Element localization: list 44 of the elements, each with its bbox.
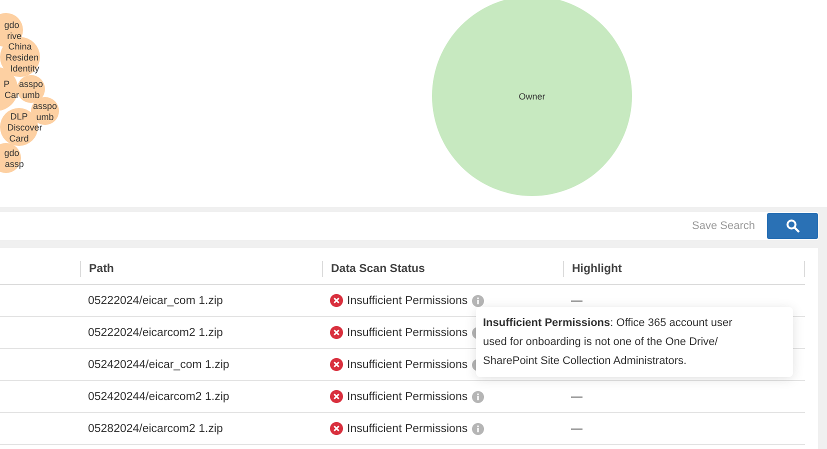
error-icon <box>330 358 343 371</box>
column-header[interactable]: Data Scan Status <box>322 260 563 276</box>
error-icon <box>330 294 343 307</box>
bubble-label: Car <box>4 90 20 100</box>
status-text: Insufficient Permissions <box>347 422 468 434</box>
info-icon[interactable] <box>472 422 484 434</box>
bubble-label: assp <box>4 159 24 169</box>
status-text: Insufficient Permissions <box>347 294 468 306</box>
bubble-label: P <box>4 79 10 89</box>
bubble-label: Discover <box>7 122 42 132</box>
status-text: Insufficient Permissions <box>347 390 468 402</box>
search-icon <box>786 219 800 233</box>
search-button[interactable] <box>767 213 818 239</box>
highlight-cell: — <box>571 390 582 402</box>
bubble-label: Owner <box>518 92 546 102</box>
bubble-label: Card <box>9 134 29 144</box>
bubble-label: rive <box>7 31 22 41</box>
path-cell: 05222024/eicarcom2 1.zip <box>88 326 223 338</box>
path-cell: 052420244/eicarcom2 1.zip <box>88 390 230 402</box>
bubble-label: China <box>8 42 32 52</box>
info-icon[interactable] <box>472 294 484 306</box>
bubble-label: Residen <box>6 52 39 62</box>
bubble-label: umb <box>36 112 54 122</box>
bubble-label: DLP <box>10 112 28 122</box>
tooltip: Insufficient Permissions: Office 365 account user used for onboarding is not one of the One Drive/ SharePoint Site Collection Administrators. <box>476 307 793 377</box>
error-icon <box>330 326 343 339</box>
path-cell: 05282024/eicarcom2 1.zip <box>88 422 223 434</box>
error-icon <box>330 390 343 403</box>
bubble-label: Identity <box>10 64 40 74</box>
status-text: Insufficient Permissions <box>347 358 468 370</box>
column-header[interactable]: Path <box>80 260 322 276</box>
bubble-label: gdo <box>4 20 20 30</box>
bubble-label: asspo <box>32 101 58 111</box>
bubble-label: umb <box>22 90 40 100</box>
bubble-label: gdo <box>4 148 20 158</box>
bubble-label: asspo <box>18 79 44 89</box>
path-cell: 05222024/eicar_com 1.zip <box>88 294 223 306</box>
status-text: Insufficient Permissions <box>347 326 468 338</box>
info-icon[interactable] <box>472 390 484 402</box>
path-cell: 052420244/eicar_com 1.zip <box>88 358 230 370</box>
error-icon <box>330 422 343 435</box>
highlight-cell: — <box>571 422 582 434</box>
highlight-cell: — <box>571 294 582 306</box>
column-header[interactable]: Highlight <box>563 260 805 276</box>
